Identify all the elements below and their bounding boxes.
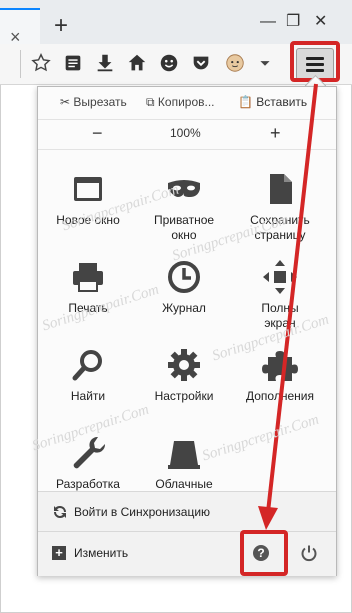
private-mask-icon xyxy=(168,180,200,197)
menu-item-save-page[interactable]: Сохранить страницу xyxy=(232,169,328,243)
developer-wrench-icon xyxy=(73,436,106,469)
zoom-in-button[interactable]: + xyxy=(270,123,281,144)
main-menu-panel: ✂ Вырезать ⧉ Копиров... 📋 Вставить − 100… xyxy=(37,86,337,576)
menu-item-private-window[interactable]: Приватное окно xyxy=(136,169,232,243)
menu-item-developer[interactable]: Разработка xyxy=(40,433,136,492)
fullscreen-icon xyxy=(263,260,297,294)
menu-item-history[interactable]: Журнал xyxy=(136,257,232,316)
sync-row[interactable]: Войти в Синхронизацию xyxy=(38,491,336,532)
toolbar-separator xyxy=(20,50,21,78)
reading-list-icon[interactable] xyxy=(62,52,84,74)
pocket-icon[interactable] xyxy=(190,52,212,74)
menu-item-addons[interactable]: Дополнения xyxy=(232,345,328,404)
tab-strip: × + — ❐ ✕ xyxy=(0,0,352,46)
menu-item-options[interactable]: Настройки xyxy=(136,345,232,404)
star-icon[interactable] xyxy=(30,52,52,74)
menu-item-find[interactable]: Найти xyxy=(40,345,136,404)
find-magnifier-icon xyxy=(72,350,102,381)
edit-controls: ✂ Вырезать ⧉ Копиров... 📋 Вставить xyxy=(38,87,336,120)
dropdown-icon[interactable] xyxy=(258,52,272,74)
menu-item-print[interactable]: Печать xyxy=(40,257,136,316)
print-icon xyxy=(73,263,103,292)
zoom-controls: − 100% + xyxy=(38,119,336,150)
close-window-button[interactable]: ✕ xyxy=(314,14,327,30)
help-button-highlight xyxy=(240,530,288,576)
history-clock-icon xyxy=(168,261,200,293)
settings-gear-icon xyxy=(168,349,200,381)
customize-plus-icon: + xyxy=(52,546,66,560)
cloud-tabs-icon xyxy=(168,441,200,469)
avatar-icon[interactable] xyxy=(224,52,246,74)
customize-button[interactable]: Изменить xyxy=(74,546,128,560)
save-page-icon xyxy=(270,174,292,204)
menu-item-new-window[interactable]: Новое окно xyxy=(40,169,136,228)
copy-button[interactable]: ⧉ Копиров... xyxy=(146,95,215,110)
download-icon[interactable] xyxy=(94,52,116,74)
power-quit-icon[interactable] xyxy=(300,544,318,562)
bottom-row: + Изменить ? xyxy=(38,531,336,576)
paste-button[interactable]: 📋 Вставить xyxy=(238,95,307,109)
minimize-button[interactable]: — xyxy=(260,14,276,30)
cut-button[interactable]: ✂ Вырезать xyxy=(60,95,127,109)
new-tab-button[interactable]: + xyxy=(54,14,68,38)
zoom-out-button[interactable]: − xyxy=(92,123,103,144)
sync-label: Войти в Синхронизацию xyxy=(74,505,211,519)
hello-icon[interactable] xyxy=(158,52,180,74)
zoom-reset-button[interactable]: 100% xyxy=(170,126,201,140)
menu-item-fullscreen[interactable]: Полны экран xyxy=(232,257,328,331)
active-tab[interactable]: × xyxy=(0,8,40,46)
sync-icon xyxy=(54,505,66,519)
new-window-icon xyxy=(74,177,102,201)
addons-puzzle-icon xyxy=(262,351,298,381)
restore-button[interactable]: ❐ xyxy=(286,14,300,30)
home-icon[interactable] xyxy=(126,52,148,74)
